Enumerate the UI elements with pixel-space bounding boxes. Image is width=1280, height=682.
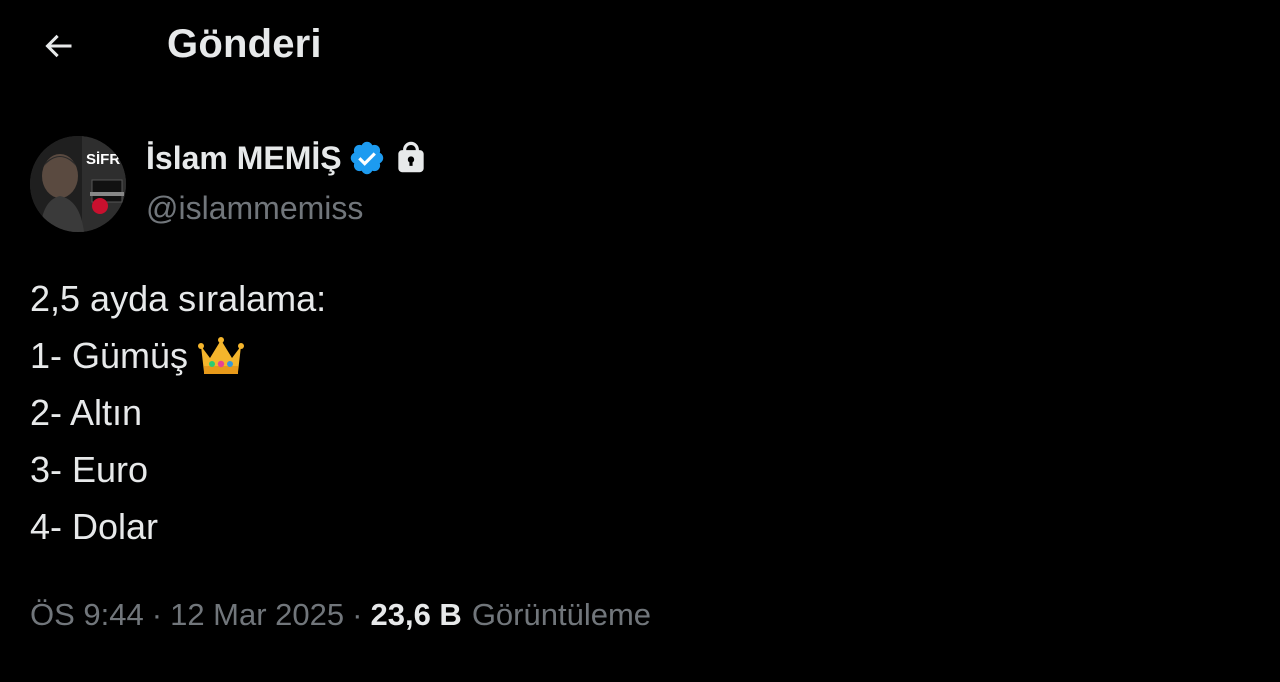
tweet-date[interactable]: 12 Mar 2025 — [170, 597, 344, 633]
tweet-line: 1- Gümüş — [30, 327, 1230, 384]
tweet-line: 4- Dolar — [30, 498, 1230, 555]
post-page: Gönderi SİFR İslam MEMİŞ @islammemiss 2,… — [0, 0, 1280, 682]
tweet-line-text: 2- Altın — [30, 392, 143, 433]
tweet-text: 2,5 ayda sıralama: 1- Gümüş 2- Altın 3- … — [30, 270, 1230, 555]
arrow-left-icon — [45, 34, 72, 58]
views-count[interactable]: 23,6 B — [370, 597, 461, 633]
back-button[interactable] — [34, 24, 82, 68]
tweet-author: SİFR İslam MEMİŞ @islammemiss — [30, 136, 730, 236]
tweet-line-text: 1- Gümüş — [30, 335, 189, 376]
tweet-time[interactable]: ÖS 9:44 — [30, 597, 144, 633]
views-label: Görüntüleme — [471, 597, 652, 632]
avatar-image: SİFR — [30, 136, 126, 232]
tweet-line-text: 4- Dolar — [30, 506, 159, 547]
separator: · — [151, 597, 163, 632]
header: Gönderi — [0, 0, 1280, 96]
verified-badge-icon[interactable] — [348, 139, 386, 177]
tweet-line-text: 3- Euro — [30, 449, 149, 490]
name-row: İslam MEMİŞ — [146, 139, 430, 177]
tweet-meta: ÖS 9:44 · 12 Mar 2025 · 23,6 B Görüntüle… — [30, 597, 651, 633]
tweet-line: 2- Altın — [30, 384, 1230, 441]
separator: · — [352, 597, 363, 632]
lock-icon — [392, 139, 430, 177]
tweet-line-text: 2,5 ayda sıralama: — [30, 278, 327, 319]
page-title: Gönderi — [167, 22, 322, 66]
crown-icon — [198, 334, 245, 378]
avatar[interactable]: SİFR — [30, 136, 126, 232]
user-handle[interactable]: @islammemiss — [146, 190, 363, 227]
display-name[interactable]: İslam MEMİŞ — [146, 140, 342, 177]
tweet-line: 3- Euro — [30, 441, 1230, 498]
avatar-text: SİFR — [86, 151, 120, 168]
tweet-line: 2,5 ayda sıralama: — [30, 270, 1230, 327]
